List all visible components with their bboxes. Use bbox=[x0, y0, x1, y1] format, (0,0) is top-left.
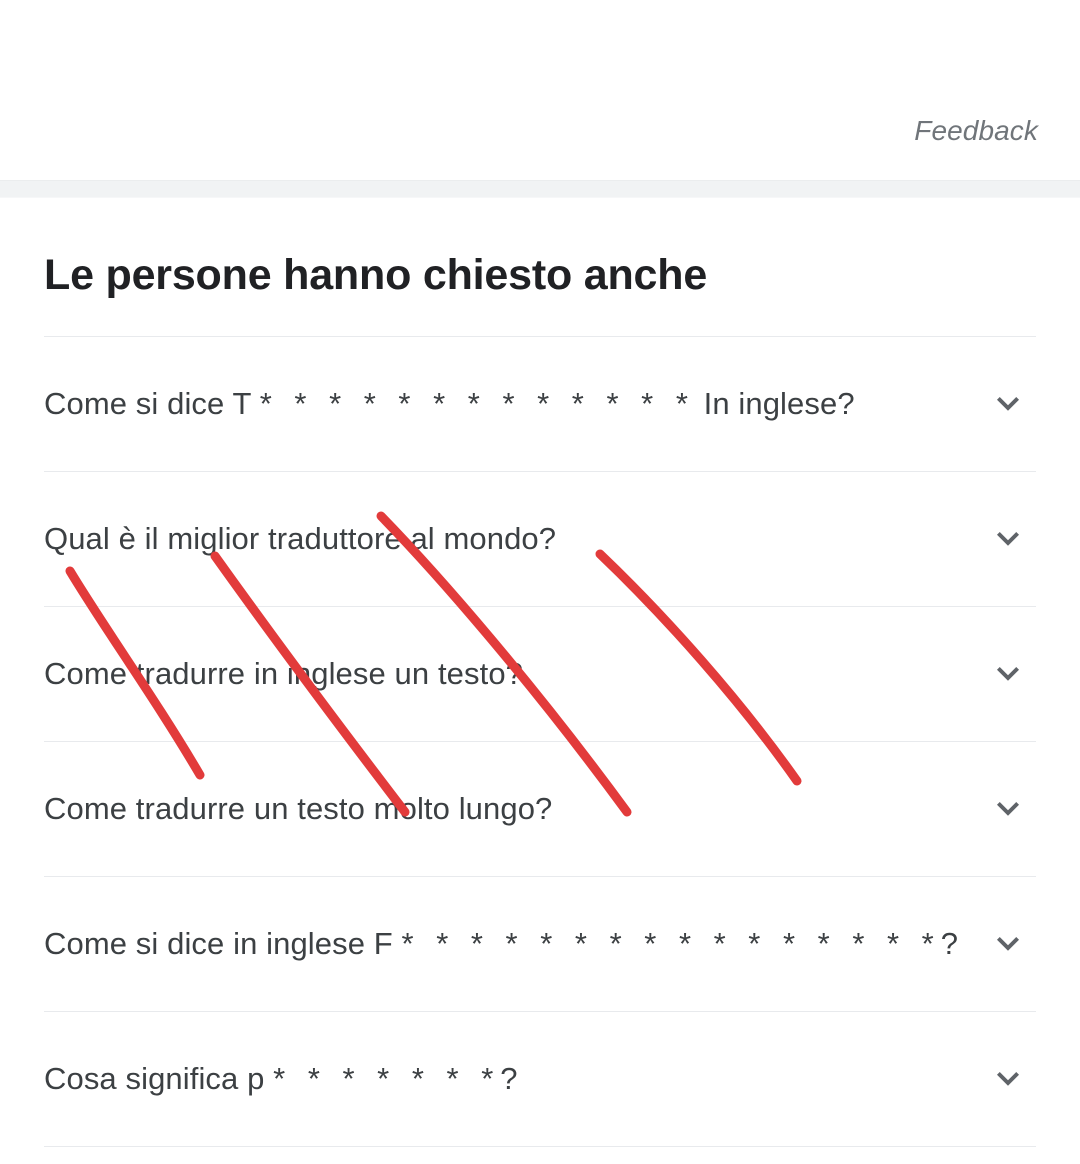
paa-question-prefix: Come si dice in inglese F bbox=[44, 926, 402, 961]
paa-item[interactable]: Come si dice T * * * * * * * * * * * * *… bbox=[44, 336, 1036, 471]
paa-item[interactable]: Cosa significa p * * * * * * *? bbox=[44, 1011, 1036, 1146]
paa-item[interactable]: Come tradurre un testo molto lungo? bbox=[44, 741, 1036, 876]
paa-question-text: Qual è il miglior traduttore al mondo? bbox=[44, 519, 576, 559]
paa-question-text: Cosa significa p * * * * * * *? bbox=[44, 1059, 538, 1099]
chevron-down-icon[interactable] bbox=[986, 382, 1030, 426]
paa-question-prefix: Come tradurre in inglese un testo? bbox=[44, 656, 523, 691]
paa-question-prefix: Come tradurre un testo molto lungo? bbox=[44, 791, 553, 826]
paa-question-suffix: ? bbox=[500, 1061, 518, 1096]
paa-question-text: Come si dice T * * * * * * * * * * * * *… bbox=[44, 384, 875, 424]
paa-question-prefix: Come si dice T bbox=[44, 386, 260, 421]
paa-question-stars: * * * * * * * * * * * * * bbox=[259, 386, 695, 421]
chevron-down-icon[interactable] bbox=[986, 517, 1030, 561]
paa-question-text: Come si dice in inglese F * * * * * * * … bbox=[44, 924, 978, 964]
people-also-ask-card: Le persone hanno chiesto anche Come si d… bbox=[0, 198, 1080, 1147]
paa-question-prefix: Cosa significa p bbox=[44, 1061, 274, 1096]
paa-question-text: Come tradurre un testo molto lungo? bbox=[44, 789, 572, 829]
paa-item[interactable]: Qual è il miglior traduttore al mondo? bbox=[44, 471, 1036, 606]
paa-question-suffix: ? bbox=[940, 926, 959, 961]
feedback-link[interactable]: Feedback bbox=[914, 114, 1038, 148]
paa-question-stars: * * * * * * * * * * * * * * * * bbox=[401, 926, 941, 961]
page-title: Le persone hanno chiesto anche bbox=[44, 251, 708, 299]
paa-item[interactable]: Come tradurre in inglese un testo? bbox=[44, 606, 1036, 741]
paa-item[interactable]: Come si dice in inglese F * * * * * * * … bbox=[44, 876, 1036, 1011]
paa-question-prefix: Qual è il miglior traduttore al mondo? bbox=[44, 521, 557, 556]
paa-question-suffix: In inglese? bbox=[694, 386, 855, 421]
people-also-ask-list: Come si dice T * * * * * * * * * * * * *… bbox=[0, 336, 1080, 1147]
chevron-down-icon[interactable] bbox=[986, 1057, 1030, 1101]
top-bar: Feedback bbox=[0, 0, 1080, 180]
chevron-down-icon[interactable] bbox=[986, 922, 1030, 966]
list-bottom-divider bbox=[44, 1146, 1036, 1147]
paa-question-text: Come tradurre in inglese un testo? bbox=[44, 654, 543, 694]
section-separator-band bbox=[0, 180, 1080, 198]
chevron-down-icon[interactable] bbox=[986, 787, 1030, 831]
paa-question-stars: * * * * * * * bbox=[273, 1061, 501, 1096]
chevron-down-icon[interactable] bbox=[986, 652, 1030, 696]
